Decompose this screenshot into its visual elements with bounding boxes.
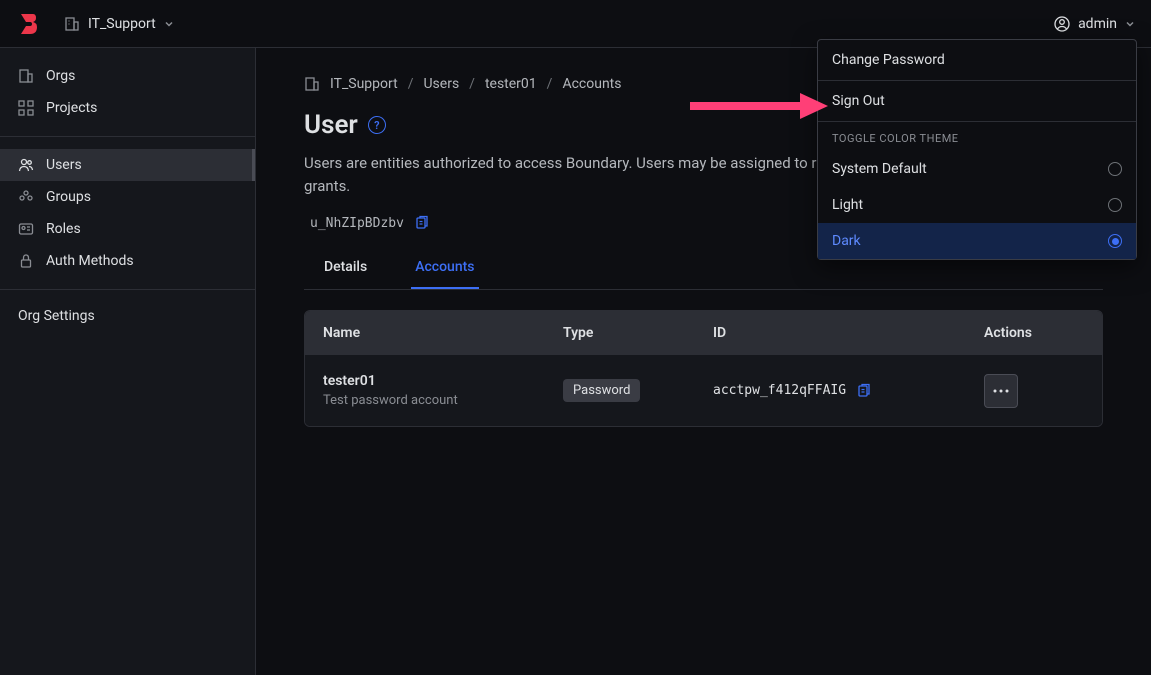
- radio-icon: [1108, 162, 1122, 176]
- user-menu[interactable]: admin: [1054, 16, 1135, 32]
- theme-option-dark[interactable]: Dark: [818, 223, 1136, 259]
- theme-option-light[interactable]: Light: [818, 187, 1136, 223]
- org-name: IT_Support: [88, 16, 156, 32]
- breadcrumb-sep: /: [469, 76, 475, 92]
- sidebar-label: Projects: [46, 100, 97, 116]
- org-picker[interactable]: IT_Support: [64, 16, 174, 32]
- col-header-id: ID: [713, 325, 984, 341]
- breadcrumb-item[interactable]: tester01: [485, 76, 537, 92]
- breadcrumb-sep: /: [408, 76, 414, 92]
- id-icon: [18, 221, 34, 237]
- radio-icon: [1108, 198, 1122, 212]
- help-icon[interactable]: ?: [368, 116, 386, 134]
- sidebar-label: Org Settings: [18, 308, 95, 324]
- sidebar-item-users[interactable]: Users: [0, 149, 255, 181]
- sidebar-label: Auth Methods: [46, 253, 134, 269]
- user-circle-icon: [1054, 16, 1070, 32]
- breadcrumb-item[interactable]: Users: [423, 76, 459, 92]
- sidebar-label: Users: [46, 157, 82, 173]
- sidebar-item-groups[interactable]: Groups: [0, 181, 255, 213]
- grid-icon: [18, 100, 34, 116]
- copy-icon[interactable]: [414, 215, 430, 231]
- copy-icon[interactable]: [856, 383, 872, 399]
- breadcrumb-sep: /: [547, 76, 553, 92]
- dropdown-item-change-password[interactable]: Change Password: [818, 40, 1136, 81]
- building-icon: [304, 76, 320, 92]
- table-row: tester01 Test password account Password …: [305, 355, 1102, 426]
- boundary-logo-icon: [16, 12, 40, 36]
- dropdown-theme-label: TOGGLE COLOR THEME: [818, 122, 1136, 151]
- user-id-value: u_NhZIpBDzbv: [310, 216, 404, 231]
- sidebar-item-roles[interactable]: Roles: [0, 213, 255, 245]
- header-left: IT_Support: [16, 12, 174, 36]
- lock-icon: [18, 253, 34, 269]
- col-header-type: Type: [563, 325, 713, 341]
- tab-accounts[interactable]: Accounts: [411, 249, 478, 289]
- sidebar-item-orgs[interactable]: Orgs: [0, 60, 255, 92]
- sidebar-item-projects[interactable]: Projects: [0, 92, 255, 124]
- user-name: admin: [1078, 16, 1117, 32]
- table-header: Name Type ID Actions: [305, 311, 1102, 355]
- dropdown-item-sign-out[interactable]: Sign Out: [818, 81, 1136, 122]
- chevron-down-icon: [1125, 19, 1135, 29]
- logo[interactable]: [16, 12, 40, 36]
- building-icon: [64, 16, 80, 32]
- row-id-value: acctpw_f412qFFAIG: [713, 383, 846, 398]
- row-actions-button[interactable]: [984, 374, 1018, 408]
- row-desc: Test password account: [323, 393, 563, 408]
- groups-icon: [18, 189, 34, 205]
- sidebar-label: Roles: [46, 221, 81, 237]
- sidebar-label: Orgs: [46, 68, 75, 84]
- users-icon: [18, 157, 34, 173]
- col-header-actions: Actions: [984, 325, 1084, 341]
- sidebar-label: Groups: [46, 189, 91, 205]
- building-icon: [18, 68, 34, 84]
- user-dropdown: Change Password Sign Out TOGGLE COLOR TH…: [817, 39, 1137, 260]
- sidebar-item-auth-methods[interactable]: Auth Methods: [0, 245, 255, 277]
- col-header-name: Name: [323, 325, 563, 341]
- sidebar: Orgs Projects Users Groups Roles Au: [0, 48, 256, 675]
- chevron-down-icon: [164, 19, 174, 29]
- sidebar-item-org-settings[interactable]: Org Settings: [0, 290, 255, 342]
- tab-details[interactable]: Details: [320, 249, 371, 289]
- breadcrumb-item[interactable]: IT_Support: [330, 76, 398, 92]
- radio-icon: [1108, 234, 1122, 248]
- theme-option-system-default[interactable]: System Default: [818, 151, 1136, 187]
- row-name[interactable]: tester01: [323, 373, 563, 389]
- dots-icon: [993, 389, 1009, 393]
- type-badge: Password: [563, 379, 640, 402]
- accounts-table: Name Type ID Actions tester01 Test passw…: [304, 310, 1103, 427]
- breadcrumb-item[interactable]: Accounts: [562, 76, 621, 92]
